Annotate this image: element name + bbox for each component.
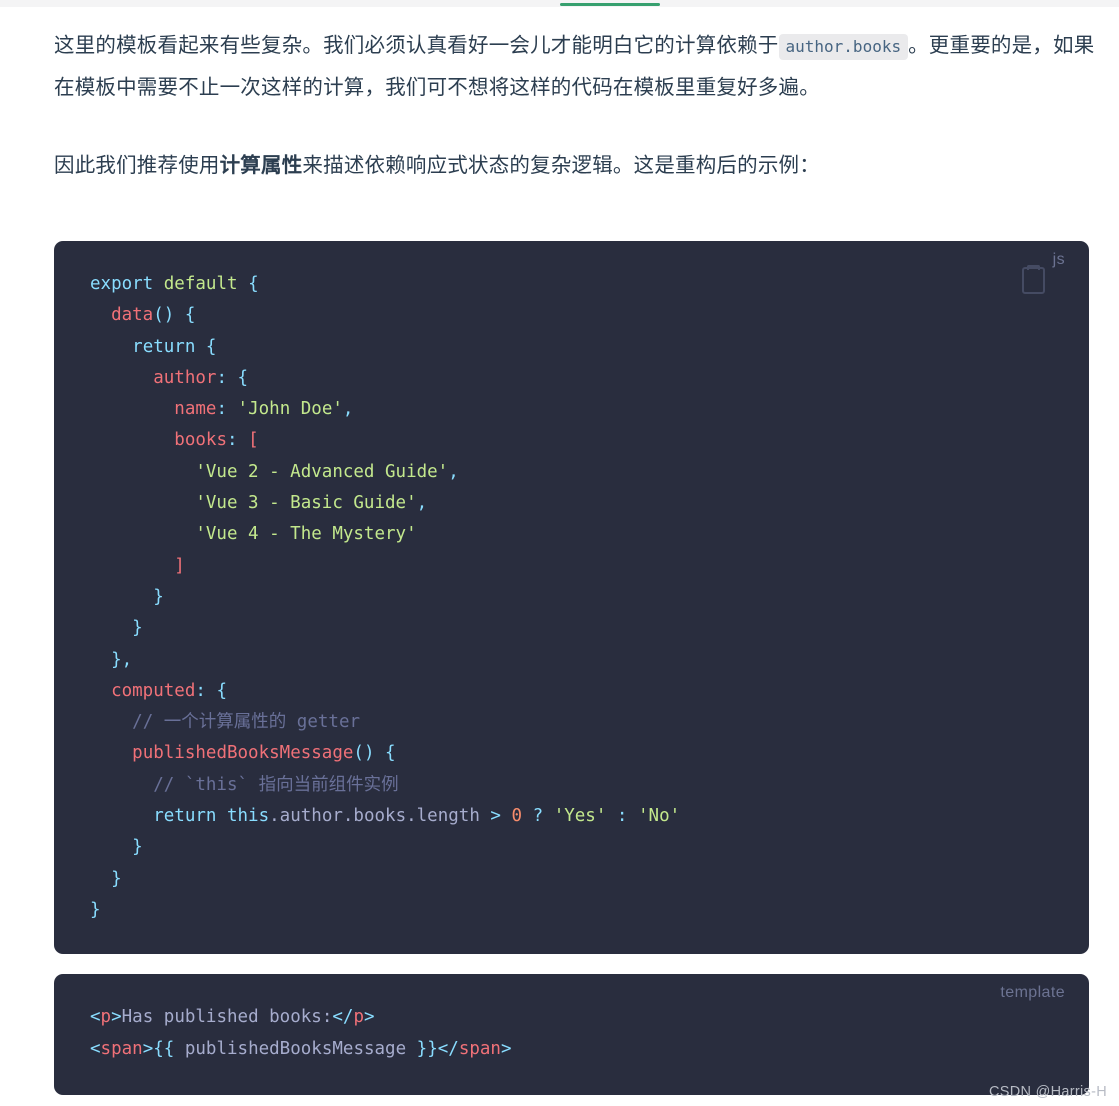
code-token: 'John Doe'	[237, 399, 343, 420]
code-token: }	[132, 618, 143, 639]
code-token: data	[111, 305, 154, 326]
code-token: </	[437, 1038, 459, 1059]
code-content-javascript: export default { data() { return { autho…	[54, 269, 1089, 926]
code-token: ,	[448, 461, 459, 482]
code-token: 'No'	[638, 806, 681, 827]
top-progress-bar	[0, 0, 1119, 7]
code-token: <	[90, 1038, 101, 1059]
code-token: 'Vue 2 - Advanced Guide'	[195, 461, 449, 482]
code-token: // `this` 指向当前组件实例	[153, 774, 399, 795]
code-token: p	[100, 1007, 112, 1028]
code-token: computed	[111, 680, 196, 701]
code-token: name	[174, 399, 217, 420]
code-token: 0	[511, 806, 523, 827]
code-token: </	[332, 1007, 354, 1028]
code-token: >	[500, 1038, 512, 1059]
code-token: Has published books:	[121, 1007, 333, 1028]
code-content-template: <p>Has published books:</p> <span>{{ pub…	[54, 1002, 1089, 1065]
code-token: }	[132, 837, 143, 858]
code-token: books	[174, 430, 227, 451]
code-token: }	[111, 868, 122, 889]
code-token: {	[184, 305, 196, 326]
copy-icon[interactable]	[1022, 265, 1045, 294]
code-token: {	[205, 336, 217, 357]
code-token: ,	[342, 399, 354, 420]
code-token: {	[237, 367, 249, 388]
inline-code-author-books: author.books	[778, 34, 909, 60]
code-token: return	[132, 336, 196, 357]
code-token: publishedBooksMessage	[132, 743, 354, 764]
code-token: >	[142, 1038, 154, 1059]
code-token: >	[363, 1007, 375, 1028]
code-token: publishedBooksMessage	[174, 1038, 417, 1059]
code-block-javascript: js export default { data() { return { au…	[54, 241, 1089, 955]
code-token: >	[490, 806, 501, 827]
language-label-js: js	[1052, 251, 1065, 268]
paragraph-intro-text-before: 这里的模板看起来有些复杂。我们必须认真看好一会儿才能明白它的计算依赖于	[54, 34, 779, 57]
code-token: p	[353, 1007, 364, 1028]
code-token: :	[195, 680, 206, 701]
code-token: }	[90, 899, 101, 920]
code-token: author	[153, 367, 217, 388]
code-token: ]	[174, 555, 185, 576]
code-token: 'Vue 4 - The Mystery'	[195, 524, 417, 545]
code-token: span	[100, 1038, 143, 1059]
paragraph-recommendation-text-before: 因此我们推荐使用	[54, 154, 220, 177]
code-token: }	[153, 586, 164, 607]
code-token: :	[226, 430, 238, 451]
code-token: ,	[121, 649, 133, 670]
code-token: ()	[153, 305, 175, 326]
article-content: 这里的模板看起来有些复杂。我们必须认真看好一会儿才能明白它的计算依赖于 autho…	[0, 7, 1119, 1095]
code-token: :	[216, 367, 227, 388]
code-token: {	[385, 743, 396, 764]
code-token: >	[111, 1007, 122, 1028]
code-token: export	[90, 274, 154, 294]
code-token: :	[216, 399, 227, 420]
paragraph-recommendation-text-after: 来描述依赖响应式状态的复杂逻辑。这是重构后的示例：	[302, 154, 820, 177]
code-token: this	[226, 806, 270, 827]
language-label-template: template	[1000, 984, 1065, 1002]
code-token: ,	[416, 493, 428, 514]
code-token: <	[90, 1007, 101, 1028]
code-token: .author.books.length	[269, 806, 480, 827]
code-token: span	[458, 1038, 501, 1059]
code-token: default	[163, 274, 238, 294]
code-token: }	[111, 649, 122, 670]
code-token: {	[248, 274, 259, 294]
code-token: return	[153, 806, 217, 827]
code-block-template: template <p>Has published books:</p> <sp…	[54, 974, 1089, 1095]
code-token: ()	[353, 743, 375, 764]
paragraph-intro: 这里的模板看起来有些复杂。我们必须认真看好一会儿才能明白它的计算依赖于 autho…	[0, 7, 1119, 108]
code-token: 'Vue 3 - Basic Guide'	[195, 493, 417, 514]
watermark: CSDN @Harris-H	[989, 1084, 1107, 1100]
code-token: :	[616, 806, 628, 827]
emphasis-computed-property: 计算属性	[219, 154, 303, 177]
code-token: [	[248, 430, 259, 451]
code-token: // 一个计算属性的 getter	[132, 712, 361, 733]
top-progress-bar-fill	[560, 3, 660, 6]
code-token: {{	[153, 1038, 175, 1059]
code-token: 'Yes'	[553, 806, 607, 827]
code-token: }}	[416, 1038, 438, 1059]
code-token: {	[216, 680, 228, 701]
paragraph-recommendation: 因此我们推荐使用计算属性来描述依赖响应式状态的复杂逻辑。这是重构后的示例：	[0, 108, 1119, 186]
code-token: ?	[532, 806, 544, 827]
